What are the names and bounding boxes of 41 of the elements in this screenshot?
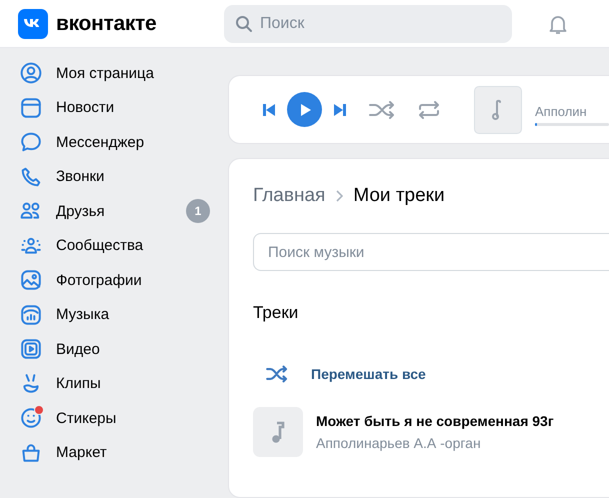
newspaper-icon — [20, 96, 42, 119]
sidebar-item[interactable]: Сообщества — [20, 228, 210, 263]
sidebar-item[interactable]: Новости — [20, 90, 210, 125]
shuffle-all-link[interactable]: Перемешать все — [265, 365, 609, 383]
shuffle-icon — [265, 365, 289, 383]
chevron-right-icon — [335, 190, 344, 202]
sidebar-item[interactable]: Фотографии — [20, 263, 210, 298]
section-title: Треки — [253, 303, 300, 323]
sidebar-item[interactable]: Стикеры — [20, 401, 210, 436]
track-cover[interactable] — [253, 407, 303, 457]
bag-icon — [20, 442, 42, 464]
sidebar-item[interactable]: Друзья 1 — [20, 194, 210, 228]
smiley-icon — [20, 407, 42, 430]
count-badge: 1 — [186, 199, 210, 224]
user-icon — [20, 62, 42, 84]
sidebar-item[interactable]: Моя страница — [20, 56, 210, 90]
breadcrumb: Мои треки — [353, 185, 445, 207]
breadcrumb[interactable]: Главная — [253, 185, 326, 207]
logo-text[interactable]: вконтакте — [56, 12, 156, 36]
sidebar-item[interactable]: Маркет — [20, 436, 210, 470]
sidebar-item[interactable]: Музыка — [20, 298, 210, 332]
sidebar-item[interactable]: Звонки — [20, 160, 210, 194]
sidebar-item[interactable]: Мессенджер — [20, 125, 210, 160]
track-title[interactable]: Может быть я не современная 93г — [316, 413, 554, 429]
music-search-field[interactable]: Поиск музыки — [253, 233, 609, 271]
sidebar-item[interactable]: Клипы — [20, 366, 210, 401]
picture-icon — [20, 269, 42, 292]
next-track-icon[interactable] — [332, 102, 348, 118]
music-note-icon — [271, 420, 285, 444]
track-artist: Апполин — [535, 104, 588, 118]
search-icon — [235, 14, 253, 32]
video-icon — [20, 338, 42, 360]
chat-bubble-icon — [20, 131, 42, 154]
play-button[interactable] — [287, 92, 322, 127]
phone-icon — [20, 166, 42, 188]
music-note-icon — [492, 98, 504, 120]
previous-track-icon[interactable] — [261, 102, 277, 118]
music-icon — [20, 304, 42, 326]
sidebar-item[interactable]: Видео — [20, 332, 210, 366]
search-field[interactable]: Поиск — [224, 4, 512, 42]
vk-logo-icon[interactable] — [18, 8, 48, 38]
